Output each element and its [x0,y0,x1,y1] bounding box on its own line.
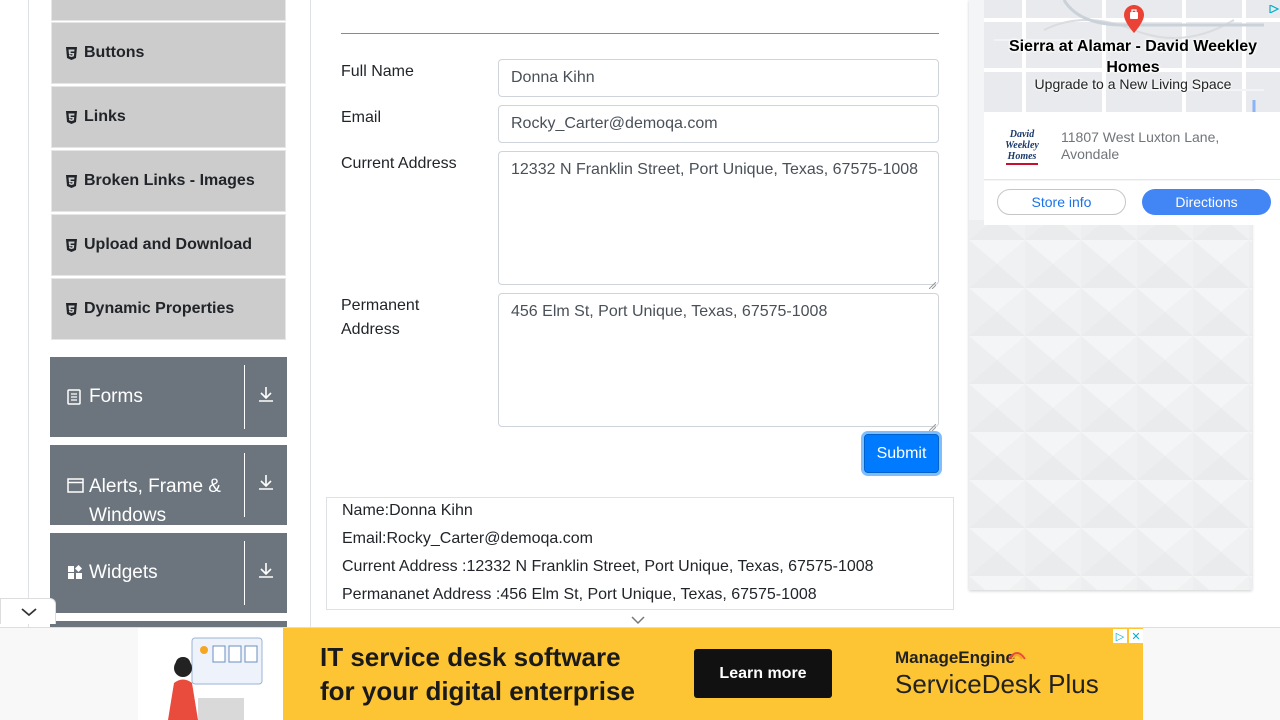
ad-choices-icon[interactable] [1268,0,1280,18]
form-icon [67,389,83,405]
logo-line-3: Homes [1007,151,1037,162]
html5-icon [66,302,77,316]
store-subtitle: Upgrade to a New Living Space [1034,76,1232,92]
left-gutter-line [28,0,29,630]
sidebar-item-upload-download[interactable]: Upload and Download [51,214,286,276]
logo-underline [1006,163,1038,165]
sidebar-item-buttons[interactable]: Buttons [51,22,286,84]
current-address-textarea[interactable]: 12332 N Franklin Street, Port Unique, Te… [498,151,939,290]
ad-headline: IT service desk software for your digita… [320,640,635,708]
sidebar-item-dynamic-properties[interactable]: Dynamic Properties [51,278,286,340]
sidebar-item-label: Dynamic Properties [84,300,235,317]
ad-close-icon[interactable]: ✕ [1129,629,1143,643]
sidebar-item-label: Buttons [84,44,145,61]
store-info-button[interactable]: Store info [997,189,1126,215]
ad-headline-2: for your digital enterprise [320,676,635,706]
group-label: Alerts, Frame & Windows [89,476,221,526]
sidebar-group-forms[interactable]: Forms [50,357,287,437]
permanent-address-textarea[interactable]: 456 Elm St, Port Unique, Texas, 67575-10… [498,293,939,432]
permanent-address-label-line1: Permanent [341,297,420,314]
store-title[interactable]: Sierra at Alamar - David Weekley Homes [1002,36,1264,78]
permanent-address-label-line2: Address [341,321,400,338]
sidebar-item-partial[interactable] [51,0,286,21]
servicedesk-product: ServiceDesk Plus [895,669,1099,699]
form-divider [341,33,939,34]
chevron-down-icon [21,608,37,617]
david-weekley-logo: David Weekley Homes [1000,129,1044,165]
html5-icon [66,238,77,252]
directions-button[interactable]: Directions [1142,189,1271,215]
sidebar-item-broken-links[interactable]: Broken Links - Images [51,150,286,212]
download-arrow-icon [258,385,274,409]
ad-illustration [138,628,283,720]
html5-icon [66,110,77,124]
current-address-text: 12332 N Franklin Street, Port Unique, Te… [511,161,919,178]
current-address-label: Current Address [341,155,457,172]
store-address: 11807 West Luxton Lane, Avondale [1061,129,1220,162]
expand-alerts-button[interactable] [245,445,287,525]
brand-arc-icon [1008,647,1026,665]
sidebar-item-label: Upload and Download [84,236,252,253]
sidebar-group-alerts[interactable]: Alerts, Frame & Windows [50,445,287,526]
map-pin-icon[interactable] [1124,5,1144,38]
sidebar-item-label: Links [84,108,126,125]
window-icon [67,477,84,493]
sidebar-item-label: Broken Links - Images [84,172,255,189]
manageengine-brand: ManageEngine [895,648,1015,667]
html5-icon [66,46,77,60]
email-input[interactable]: Rocky_Carter@demoqa.com [498,105,939,143]
permanent-address-label: Permanent Address [341,294,419,342]
sidebar-divider [310,0,311,630]
collapse-ad-tab[interactable] [0,598,56,624]
output-name: Name:Donna Kihn [342,502,473,519]
expand-widgets-button[interactable] [245,533,287,613]
output-email: Email:Rocky_Carter@demoqa.com [342,530,593,547]
logo-line-2: Weekley [1005,140,1039,151]
output-permanent-address: Permananet Address :456 Elm St, Port Uni… [342,586,817,603]
sidebar-group-widgets[interactable]: Widgets [50,533,287,613]
group-label: Forms [89,386,143,407]
full-name-label: Full Name [341,63,414,80]
full-name-input[interactable]: Donna Kihn [498,59,939,97]
expand-forms-button[interactable] [245,357,287,437]
permanent-address-text: 456 Elm St, Port Unique, Texas, 67575-10… [511,303,828,320]
resize-handle-icon[interactable] [928,417,937,432]
download-arrow-icon [258,473,274,497]
learn-more-button[interactable]: Learn more [694,649,832,698]
output-current-address: Current Address :12332 N Franklin Street… [342,558,874,575]
sidebar-item-links[interactable]: Links [51,86,286,148]
download-arrow-icon [258,561,274,585]
widgets-icon [67,564,83,581]
submit-button[interactable]: Submit [864,434,939,473]
email-label: Email [341,109,382,126]
group-label: Widgets [89,562,158,583]
ad-controls: ▷ ✕ [1113,629,1143,643]
ad-headline-1: IT service desk software [320,642,621,672]
html5-icon [66,174,77,188]
resize-handle-icon[interactable] [928,275,937,290]
ad-info-icon[interactable]: ▷ [1113,629,1127,643]
logo-line-1: David [1009,129,1035,140]
